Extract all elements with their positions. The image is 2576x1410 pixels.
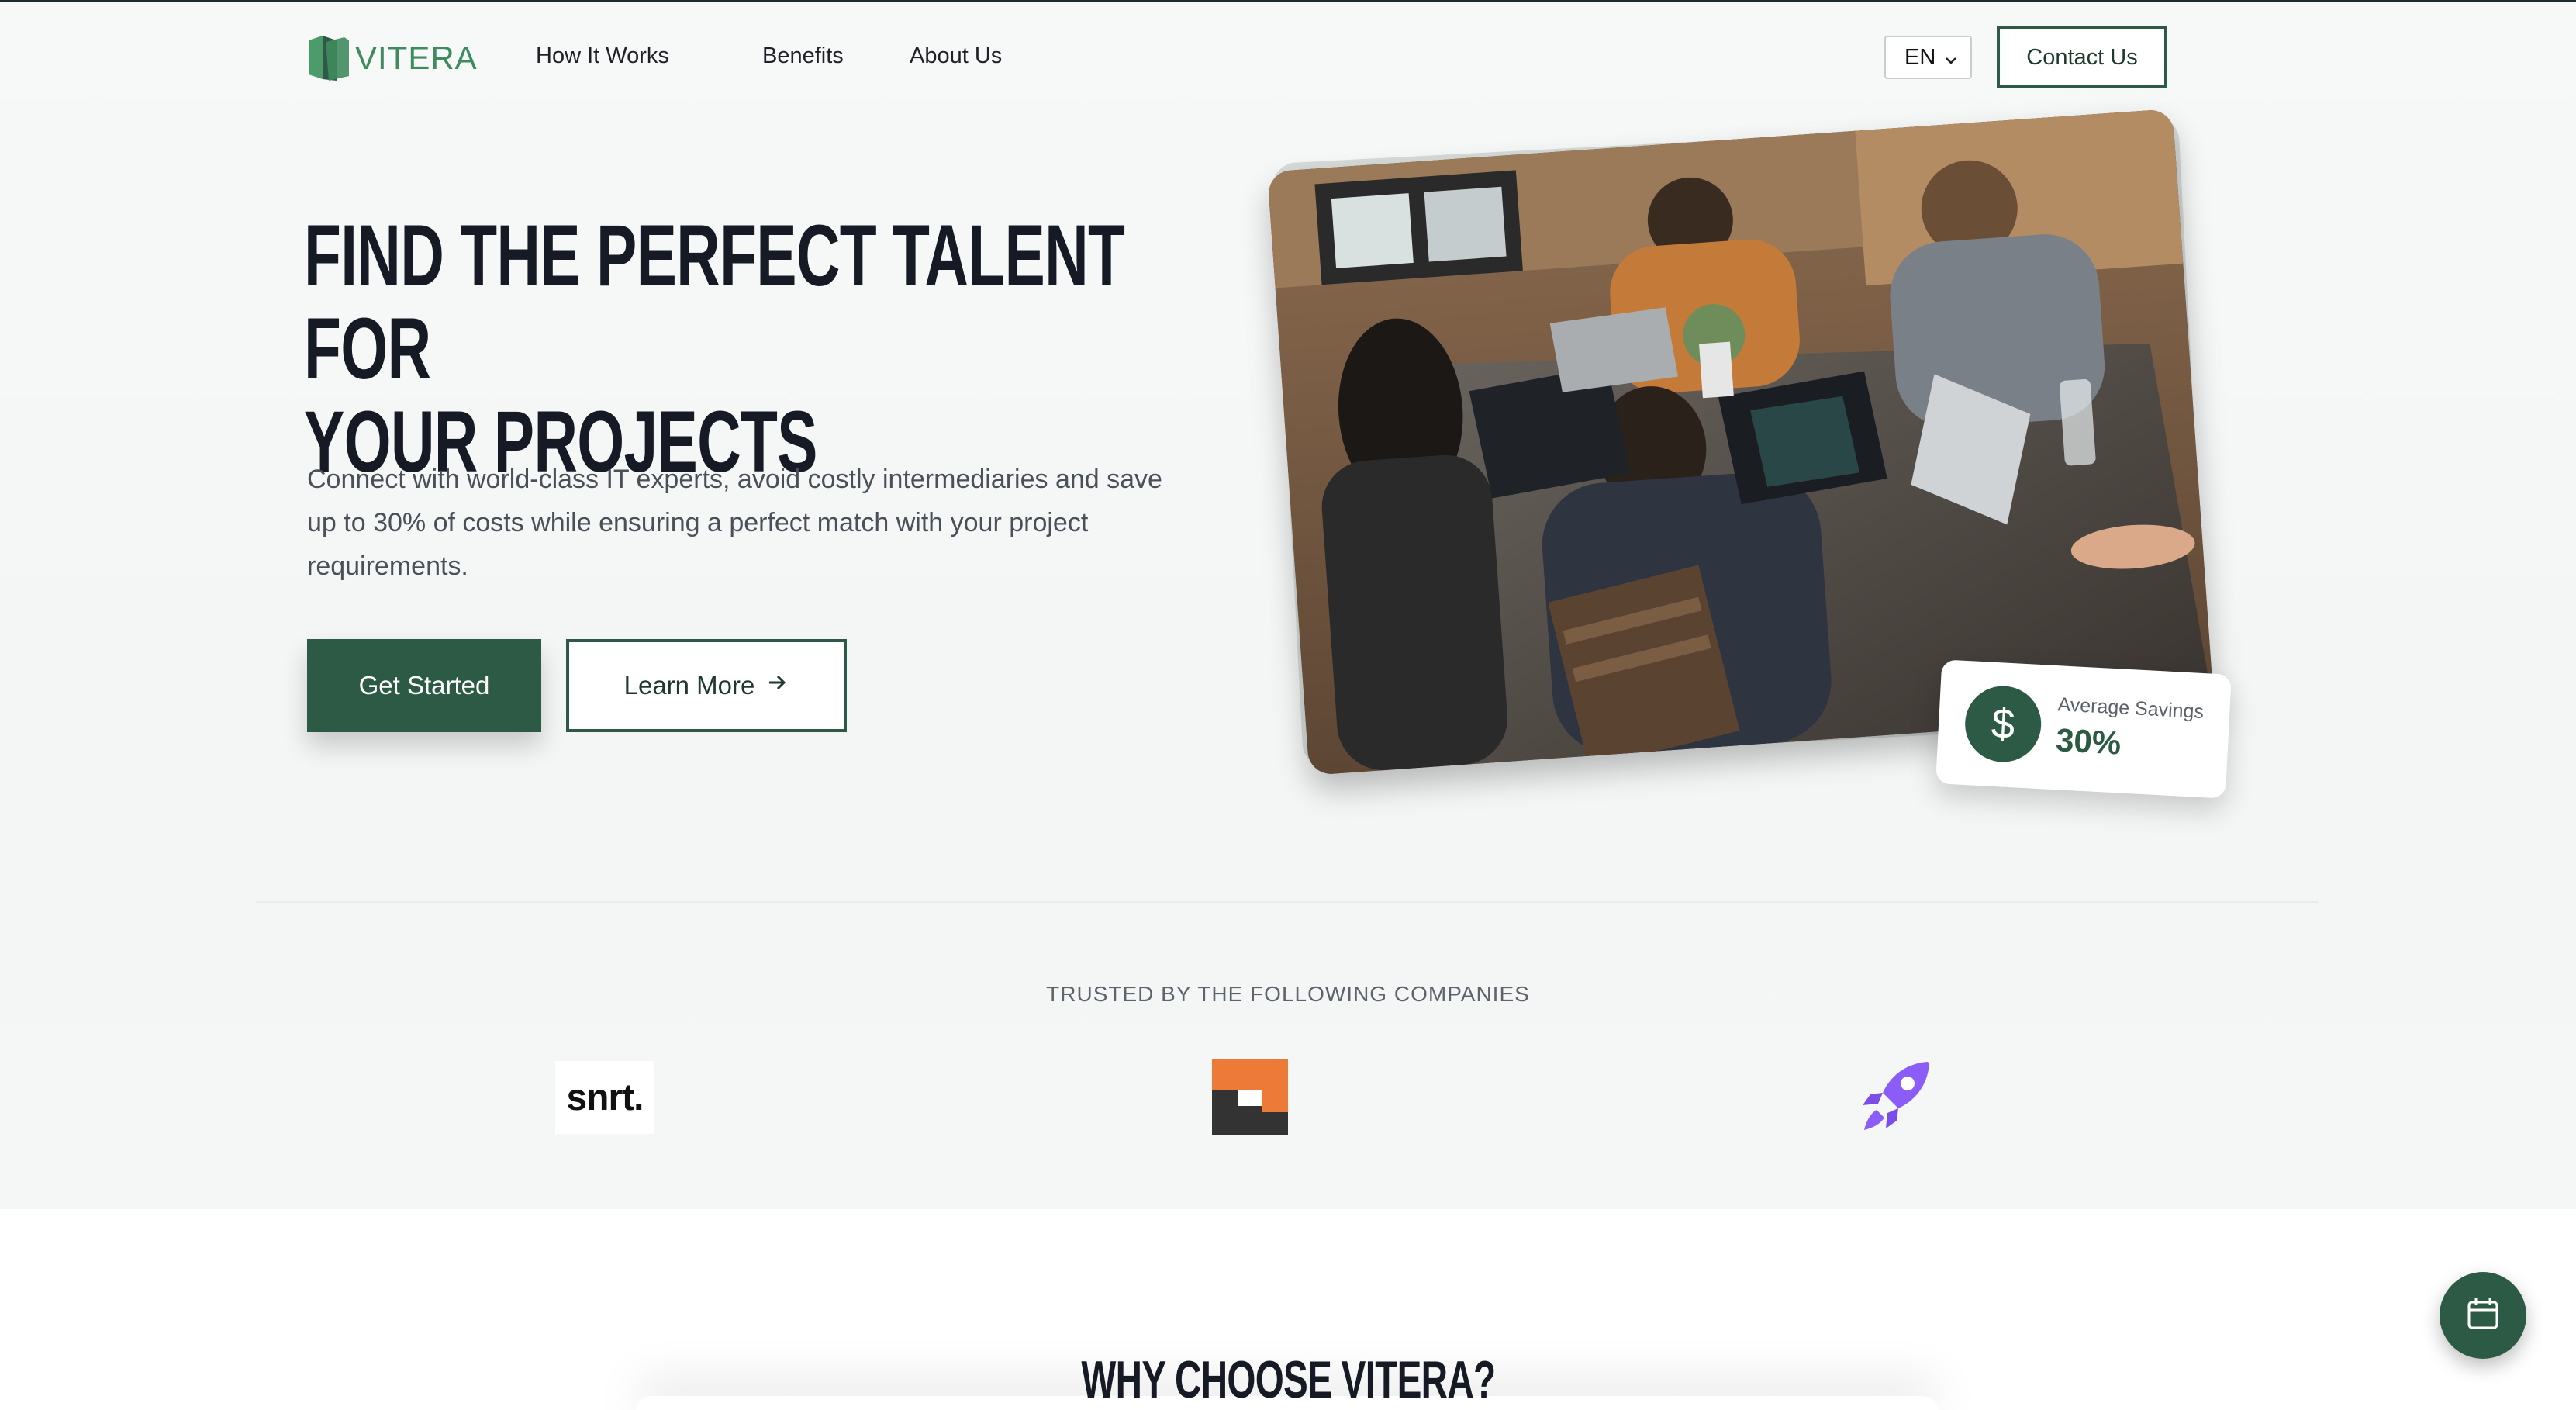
dollar-icon: $ <box>1963 684 2043 765</box>
calendar-button[interactable] <box>2440 1272 2526 1359</box>
section-divider <box>256 901 2319 903</box>
language-value: EN <box>1904 44 1936 70</box>
why-title: WHY CHOOSE VITERA? <box>0 1350 2576 1410</box>
learn-more-label: Learn More <box>623 671 755 700</box>
why-title-text: WHY CHOOSE VITERA? <box>1081 1350 1496 1409</box>
learn-more-button[interactable]: Learn More <box>566 639 847 732</box>
trusted-heading: TRUSTED BY THE FOLLOWING COMPANIES <box>1046 982 1530 1006</box>
nav-benefits[interactable]: Benefits <box>762 43 844 69</box>
language-select[interactable]: EN <box>1884 36 1972 79</box>
company-logo-snrt: snrt. <box>555 1061 654 1134</box>
hero-subtitle: Connect with world-class IT experts, avo… <box>307 465 1162 581</box>
logo-text: VITERA <box>355 40 478 76</box>
chevron-down-icon <box>1942 50 1960 67</box>
savings-label: Average Savings <box>2056 693 2205 724</box>
company-logo-orange-blocks <box>1212 1059 1288 1135</box>
arrow-right-icon <box>765 671 789 700</box>
savings-value: 30% <box>2055 721 2122 762</box>
page: VITERA How It Works Benefits About Us EN… <box>0 0 2576 1410</box>
company-logo-rocket-icon <box>1859 1059 1932 1133</box>
hero-title: FIND THE PERFECT TALENT FOR YOUR PROJECT… <box>304 209 1227 489</box>
vitera-logo[interactable]: VITERA <box>306 31 477 85</box>
hero-title-line-1: FIND THE PERFECT TALENT FOR <box>304 207 1125 397</box>
calendar-icon <box>2465 1296 2501 1336</box>
average-savings-card: $ Average Savings 30% <box>1935 659 2232 799</box>
nav-about-us[interactable]: About Us <box>910 43 1002 69</box>
contact-us-button[interactable]: Contact Us <box>1997 26 2167 88</box>
nav-how-it-works[interactable]: How It Works <box>536 43 669 69</box>
get-started-button[interactable]: Get Started <box>307 639 541 732</box>
logo-mark-icon <box>306 33 352 84</box>
